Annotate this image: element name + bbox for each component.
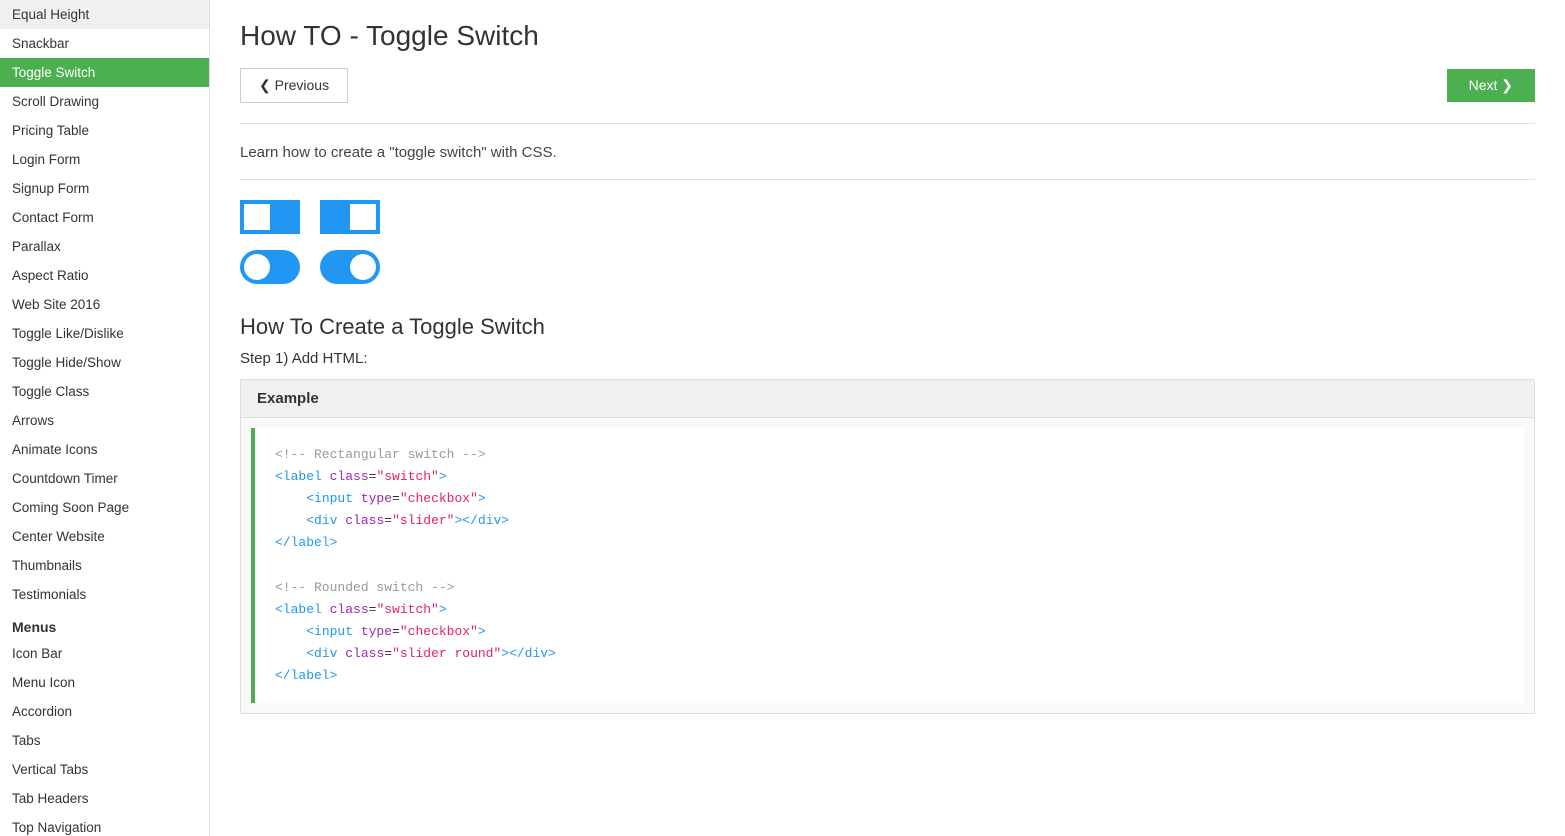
nav-buttons: ❮ Previous Next ❯ (240, 68, 1535, 103)
sidebar-item-toggle-switch[interactable]: Toggle Switch (0, 58, 209, 87)
sidebar-item-coming-soon-page[interactable]: Coming Soon Page (0, 493, 209, 522)
sidebar-item-animate-icons[interactable]: Animate Icons (0, 435, 209, 464)
sidebar-item-web-site-2016[interactable]: Web Site 2016 (0, 290, 209, 319)
step-label: Step 1) Add HTML: (240, 350, 1535, 367)
code-line-10: </label> (275, 665, 1504, 687)
sidebar-item-pricing-table[interactable]: Pricing Table (0, 116, 209, 145)
sidebar-item-icon-bar[interactable]: Icon Bar (0, 639, 209, 668)
code-line-blank (275, 554, 1504, 576)
code-line-1: <!-- Rectangular switch --> (275, 444, 1504, 466)
sidebar: Equal Height Snackbar Toggle Switch Scro… (0, 0, 210, 836)
sidebar-item-arrows[interactable]: Arrows (0, 406, 209, 435)
section-title: How To Create a Toggle Switch (240, 314, 1535, 340)
toggle-rect-off-slider (240, 200, 300, 234)
sidebar-item-countdown-timer[interactable]: Countdown Timer (0, 464, 209, 493)
code-line-6: <!-- Rounded switch --> (275, 577, 1504, 599)
sidebar-item-aspect-ratio[interactable]: Aspect Ratio (0, 261, 209, 290)
description-text: Learn how to create a "toggle switch" wi… (240, 144, 1535, 161)
page-title: How TO - Toggle Switch (240, 20, 1535, 52)
sidebar-item-center-website[interactable]: Center Website (0, 522, 209, 551)
sidebar-item-snackbar[interactable]: Snackbar (0, 29, 209, 58)
toggle-row-rect (240, 200, 1535, 234)
prev-button[interactable]: ❮ Previous (240, 68, 348, 103)
sidebar-item-accordion[interactable]: Accordion (0, 697, 209, 726)
sidebar-item-tabs[interactable]: Tabs (0, 726, 209, 755)
toggle-round-off[interactable] (240, 250, 300, 284)
code-example-header: Example (241, 380, 1534, 418)
sidebar-item-scroll-drawing[interactable]: Scroll Drawing (0, 87, 209, 116)
sidebar-item-toggle-like-dislike[interactable]: Toggle Like/Dislike (0, 319, 209, 348)
main-content: How TO - Toggle Switch ❮ Previous Next ❯… (210, 0, 1565, 836)
code-line-2: <label class="switch"> (275, 466, 1504, 488)
sidebar-item-tab-headers[interactable]: Tab Headers (0, 784, 209, 813)
sidebar-item-contact-form[interactable]: Contact Form (0, 203, 209, 232)
divider-top (240, 123, 1535, 124)
sidebar-item-top-navigation[interactable]: Top Navigation (0, 813, 209, 836)
next-button[interactable]: Next ❯ (1447, 69, 1535, 102)
sidebar-item-menu-icon[interactable]: Menu Icon (0, 668, 209, 697)
toggle-rect-off[interactable] (240, 200, 300, 234)
code-block: <!-- Rectangular switch --> <label class… (251, 428, 1524, 703)
menus-section-label: Menus (0, 609, 209, 639)
sidebar-item-signup-form[interactable]: Signup Form (0, 174, 209, 203)
toggle-round-on-slider (320, 250, 380, 284)
code-example-box: Example <!-- Rectangular switch --> <lab… (240, 379, 1535, 714)
toggle-rect-on-slider (320, 200, 380, 234)
sidebar-item-parallax[interactable]: Parallax (0, 232, 209, 261)
code-line-9: <div class="slider round"></div> (275, 643, 1504, 665)
toggle-round-off-slider (240, 250, 300, 284)
toggle-round-on[interactable] (320, 250, 380, 284)
sidebar-item-thumbnails[interactable]: Thumbnails (0, 551, 209, 580)
toggle-rect-on[interactable] (320, 200, 380, 234)
toggle-demos (240, 200, 1535, 284)
divider-mid (240, 179, 1535, 180)
code-line-8: <input type="checkbox"> (275, 621, 1504, 643)
sidebar-item-login-form[interactable]: Login Form (0, 145, 209, 174)
code-line-7: <label class="switch"> (275, 599, 1504, 621)
toggle-row-round (240, 250, 1535, 284)
code-line-3: <input type="checkbox"> (275, 488, 1504, 510)
code-line-5: </label> (275, 532, 1504, 554)
sidebar-item-testimonials[interactable]: Testimonials (0, 580, 209, 609)
sidebar-item-toggle-class[interactable]: Toggle Class (0, 377, 209, 406)
sidebar-item-toggle-hide-show[interactable]: Toggle Hide/Show (0, 348, 209, 377)
sidebar-item-equal-height[interactable]: Equal Height (0, 0, 209, 29)
code-line-4: <div class="slider"></div> (275, 510, 1504, 532)
sidebar-item-vertical-tabs[interactable]: Vertical Tabs (0, 755, 209, 784)
